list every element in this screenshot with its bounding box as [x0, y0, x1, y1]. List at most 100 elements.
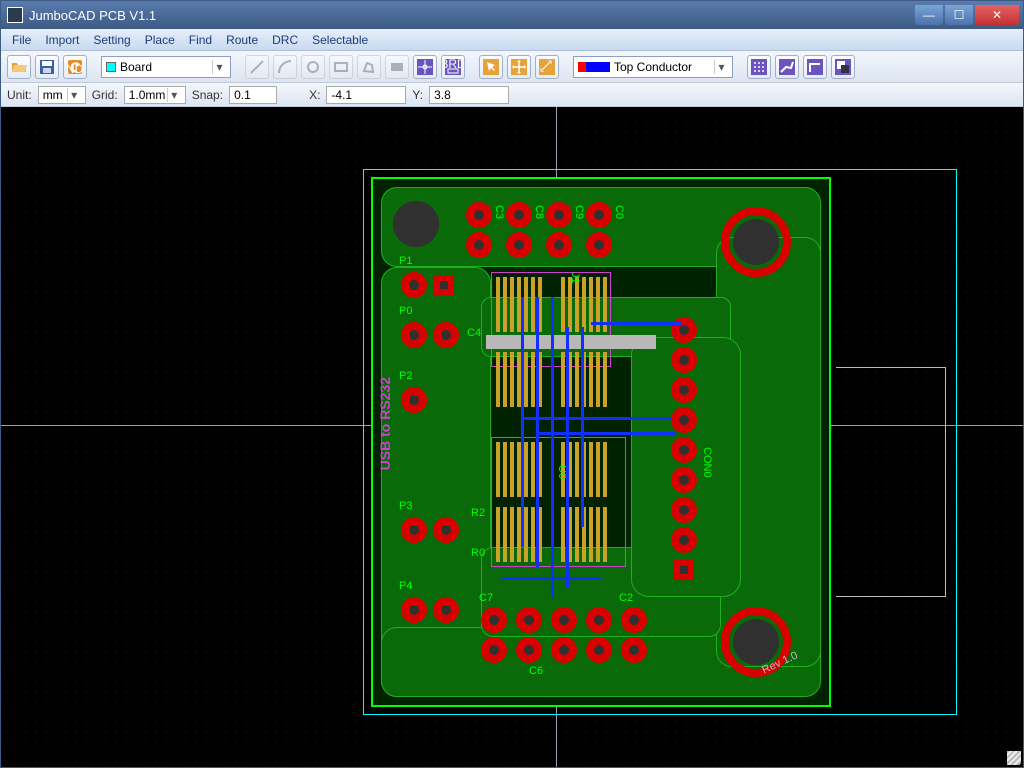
maximize-button[interactable]: ☐ — [945, 5, 973, 25]
pad — [506, 232, 532, 258]
menu-route[interactable]: Route — [219, 31, 265, 49]
tool-origin-button[interactable] — [413, 55, 437, 79]
trace — [591, 322, 681, 325]
route-button[interactable] — [775, 55, 799, 79]
tool-line-button[interactable] — [245, 55, 269, 79]
open-button[interactable] — [7, 55, 31, 79]
ref-CON0: CON0 — [701, 447, 713, 478]
hole — [733, 219, 779, 265]
pad — [671, 377, 697, 403]
undo-button[interactable]: UNDO — [63, 55, 87, 79]
menu-drc[interactable]: DRC — [265, 31, 305, 49]
menu-selectable[interactable]: Selectable — [305, 31, 375, 49]
x-label: X: — [309, 88, 320, 102]
tool-board-button[interactable]: BRD — [441, 55, 465, 79]
status-bar: Unit: mm▾ Grid: 1.0mm▾ Snap: 0.1 X: -4.1… — [1, 83, 1023, 107]
tool-circle-button[interactable] — [301, 55, 325, 79]
move-button[interactable] — [507, 55, 531, 79]
board-swatch-icon — [106, 62, 116, 72]
pad — [671, 527, 697, 553]
ref-P3: P3 — [399, 500, 412, 512]
trace — [581, 327, 584, 527]
save-button[interactable] — [35, 55, 59, 79]
pad — [546, 232, 572, 258]
pad — [481, 607, 507, 633]
trace — [521, 297, 524, 547]
unit-label: Unit: — [7, 88, 32, 102]
ref-P1: P1 — [399, 255, 412, 267]
ref-C2: C2 — [619, 592, 633, 604]
grid-button[interactable] — [747, 55, 771, 79]
pad — [586, 607, 612, 633]
pad — [586, 232, 612, 258]
snap-label: Snap: — [192, 88, 223, 102]
chevron-down-icon: ▾ — [67, 88, 81, 102]
x-field[interactable]: -4.1 — [326, 86, 406, 104]
menu-file[interactable]: File — [5, 31, 38, 49]
pad — [671, 407, 697, 433]
pad — [551, 637, 577, 663]
menu-setting[interactable]: Setting — [86, 31, 137, 49]
silk-design-text: USB to RS232 — [377, 377, 393, 470]
minimize-button[interactable]: — — [915, 5, 943, 25]
ref-P2: P2 — [399, 370, 412, 382]
pad — [586, 202, 612, 228]
pad — [671, 347, 697, 373]
resize-grip[interactable] — [1007, 751, 1021, 765]
tool-fill-button[interactable] — [385, 55, 409, 79]
menu-import[interactable]: Import — [38, 31, 86, 49]
menu-bar: File Import Setting Place Find Route DRC… — [1, 29, 1023, 51]
layer-toggle-button[interactable] — [831, 55, 855, 79]
corner-button[interactable] — [803, 55, 827, 79]
grid-label: Grid: — [92, 88, 118, 102]
measure-button[interactable] — [535, 55, 559, 79]
ref-P4: P4 — [399, 580, 412, 592]
layer-dropdown[interactable]: Top Conductor ▾ — [573, 56, 733, 78]
pad — [433, 597, 459, 623]
tool-poly-button[interactable] — [357, 55, 381, 79]
ref-C9: C9 — [573, 205, 585, 219]
pad — [401, 517, 427, 543]
pad — [401, 272, 427, 298]
menu-place[interactable]: Place — [138, 31, 182, 49]
pad — [671, 467, 697, 493]
select-button[interactable] — [479, 55, 503, 79]
fiducial — [393, 201, 439, 247]
pad — [546, 202, 572, 228]
chevron-down-icon: ▾ — [714, 60, 728, 74]
menu-find[interactable]: Find — [182, 31, 219, 49]
title-bar[interactable]: JumboCAD PCB V1.1 — ☐ ✕ — [1, 1, 1023, 29]
y-label: Y: — [412, 88, 423, 102]
pad — [621, 637, 647, 663]
ref-P0: P0 — [399, 305, 412, 317]
pad — [481, 637, 507, 663]
trace — [536, 432, 676, 435]
pad — [401, 387, 427, 413]
pcb-canvas[interactable]: P1 P0 C4 P2 P3 P4 C3 C8 C9 C0 — [1, 107, 1023, 767]
ref-C3: C3 — [493, 205, 505, 219]
board: P1 P0 C4 P2 P3 P4 C3 C8 C9 C0 — [371, 177, 831, 707]
pad — [466, 202, 492, 228]
ref-C7: C7 — [479, 592, 493, 604]
tool-arc-button[interactable] — [273, 55, 297, 79]
pad — [433, 517, 459, 543]
app-window: JumboCAD PCB V1.1 — ☐ ✕ File Import Sett… — [0, 0, 1024, 768]
close-button[interactable]: ✕ — [975, 5, 1019, 25]
tool-rect-button[interactable] — [329, 55, 353, 79]
layer-swatch-icon — [578, 62, 610, 72]
pad — [621, 607, 647, 633]
main-toolbar: UNDO Board ▾ BRD Top Conductor ▾ — [1, 51, 1023, 83]
view-dropdown[interactable]: Board ▾ — [101, 56, 231, 78]
y-field[interactable]: 3.8 — [429, 86, 509, 104]
grid-dropdown[interactable]: 1.0mm▾ — [124, 86, 186, 104]
pad — [516, 637, 542, 663]
unit-dropdown[interactable]: mm▾ — [38, 86, 86, 104]
ref-C0: C0 — [613, 205, 625, 219]
snap-field[interactable]: 0.1 — [229, 86, 277, 104]
window-title: JumboCAD PCB V1.1 — [29, 8, 913, 23]
connector-outline — [836, 367, 946, 597]
ref-C6: C6 — [529, 665, 543, 677]
ref-R0: R0 — [471, 547, 485, 559]
pad — [434, 275, 454, 295]
pad — [671, 497, 697, 523]
